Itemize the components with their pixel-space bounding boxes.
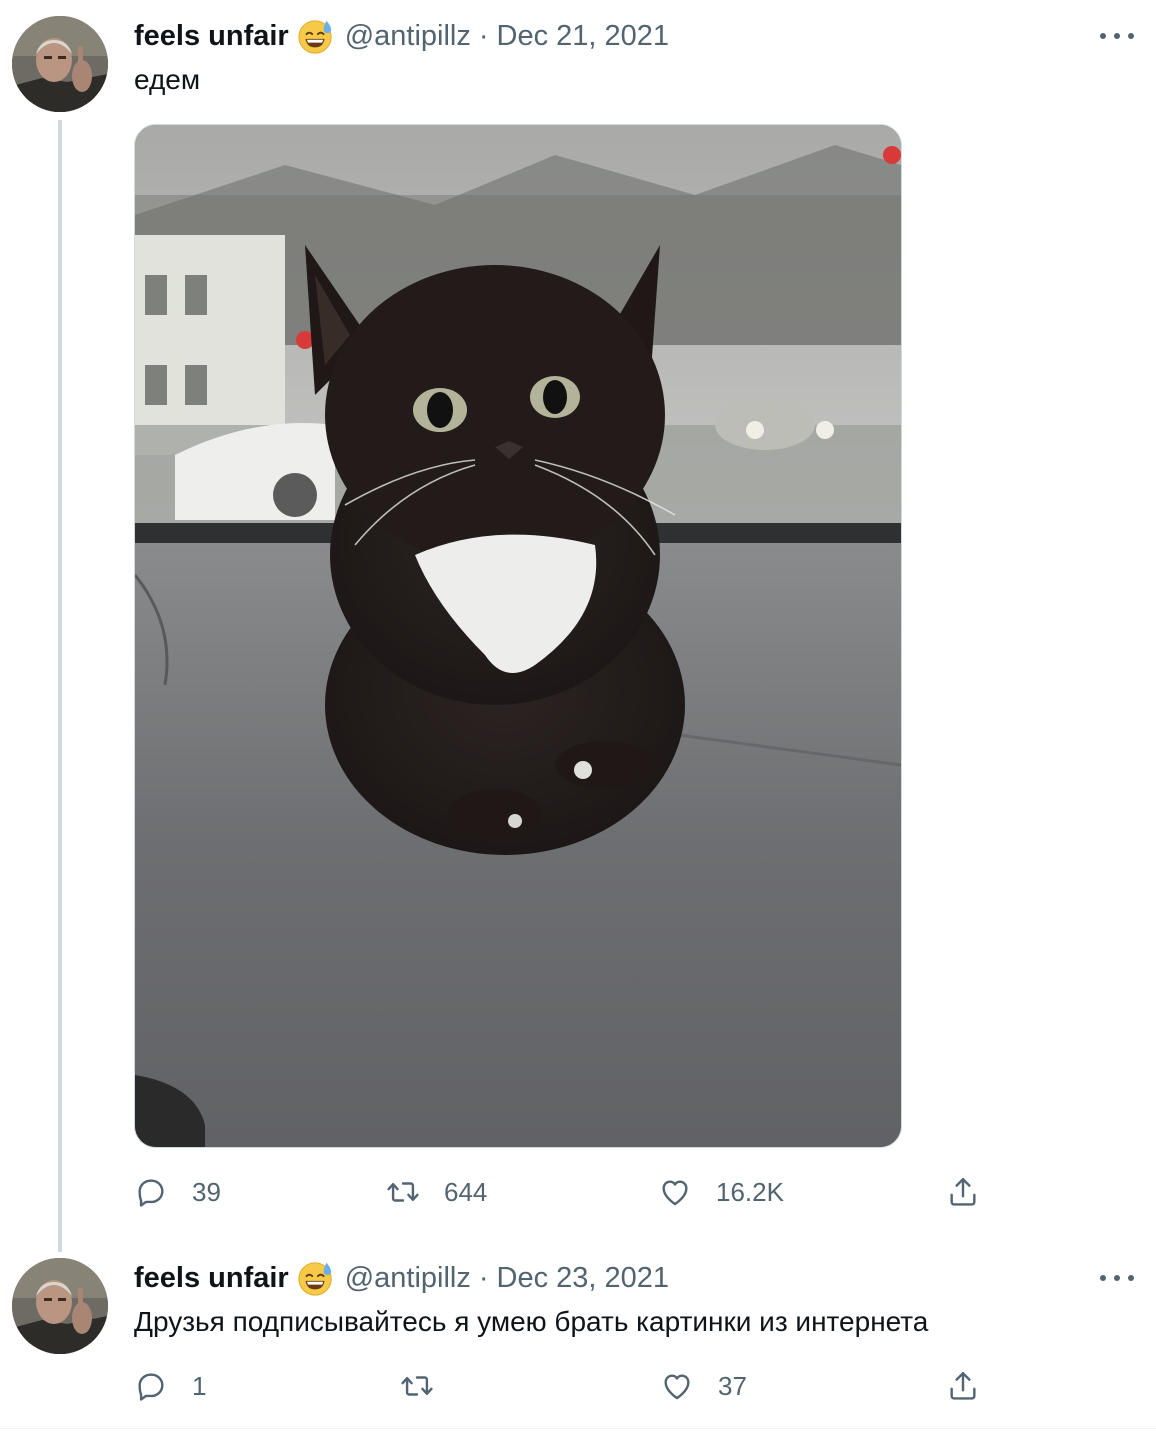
- share-button[interactable]: [946, 1364, 980, 1408]
- share-icon: [946, 1369, 980, 1403]
- tweet-date[interactable]: Dec 23, 2021: [497, 1262, 670, 1295]
- like-count: 37: [718, 1370, 747, 1401]
- retweet-icon: [400, 1369, 434, 1403]
- author-name[interactable]: feels unfair: [134, 1262, 289, 1295]
- tweet-header: feels unfair @antipillz · Dec 23, 2021: [134, 1258, 669, 1298]
- divider: [0, 1428, 1156, 1429]
- avatar[interactable]: [12, 1258, 108, 1354]
- tweet-2[interactable]: feels unfair @antipillz · Dec 23, 2021 Д…: [0, 0, 1156, 1432]
- more-horizontal-icon[interactable]: [1100, 1261, 1134, 1295]
- author-handle[interactable]: @antipillz: [345, 1262, 471, 1295]
- heart-icon: [660, 1369, 694, 1403]
- tweet-actions: 1 37: [134, 1364, 994, 1408]
- retweet-button[interactable]: [400, 1364, 458, 1408]
- reply-icon: [134, 1369, 168, 1403]
- reply-button[interactable]: 1: [134, 1364, 206, 1408]
- tweet-text: Друзья подписывайтесь я умею брать карти…: [134, 1306, 929, 1337]
- profile-photo-image: [12, 1258, 108, 1354]
- grinning-sweat-emoji-icon: [297, 1259, 335, 1297]
- separator-dot: ·: [478, 1261, 489, 1294]
- like-button[interactable]: 37: [660, 1364, 747, 1408]
- reply-count: 1: [192, 1370, 207, 1401]
